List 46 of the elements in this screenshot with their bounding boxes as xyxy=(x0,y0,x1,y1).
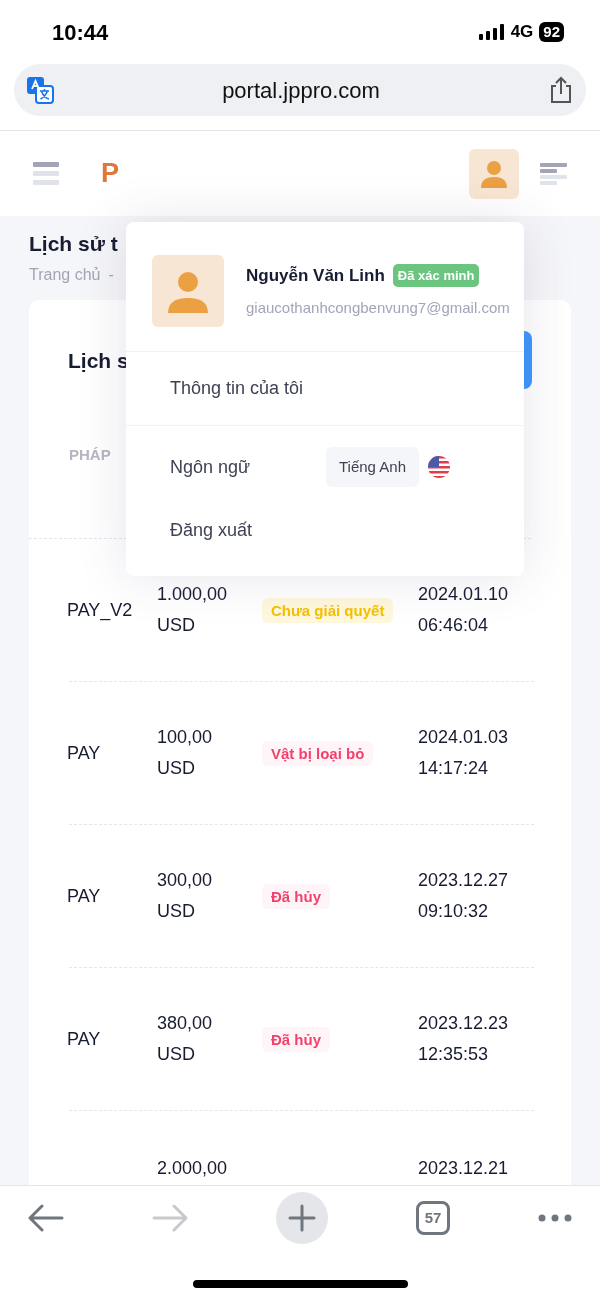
breadcrumb-item: Trang chủ xyxy=(29,265,101,285)
network-label: 4G xyxy=(510,21,534,44)
user-avatar xyxy=(152,255,224,327)
page-title: Lịch sử t xyxy=(29,231,119,257)
table-cell: PAY xyxy=(67,1028,101,1049)
address-bar[interactable]: portal.jppro.com xyxy=(14,64,586,116)
menu-icon[interactable] xyxy=(33,161,59,186)
share-icon[interactable] xyxy=(548,76,574,104)
table-cell-text: 2023.12.23 12:35:53 xyxy=(418,1012,509,1066)
user-name: Nguyễn Văn Linh xyxy=(246,265,385,287)
table-cell-text: 2.000,00 xyxy=(157,1157,229,1180)
url-text: portal.jppro.com xyxy=(222,76,380,105)
language-chip[interactable]: Tiếng Anh xyxy=(326,447,419,487)
verified-badge: Đã xác minh xyxy=(392,264,480,288)
table-cell: PAY xyxy=(67,885,101,906)
menu-item[interactable]: Thông tin của tôi xyxy=(170,375,304,402)
battery-level: 92 xyxy=(539,22,564,42)
table-cell-text: 1.000,00 USD xyxy=(157,583,229,637)
table-cell-text: 300,00 USD xyxy=(157,869,214,923)
table-cell: PAY_V2 xyxy=(67,599,133,620)
clock-time: 10:44 xyxy=(52,18,109,47)
back-arrow-icon[interactable] xyxy=(28,1204,64,1232)
table-cell-text: 2024.01.10 06:46:04 xyxy=(418,583,509,637)
status-badge: Đã hủy xyxy=(262,1026,330,1052)
table-cell-text: 2023.12.21 xyxy=(418,1157,509,1180)
table-cell-text: 380,00 USD xyxy=(157,1012,214,1066)
status-badge: Vật bị loại bỏ xyxy=(262,740,374,766)
plus-icon xyxy=(288,1204,316,1232)
signal-icon xyxy=(478,24,505,40)
tab-count-button[interactable]: 57 xyxy=(416,1201,450,1235)
user-email: giaucothanhcongbenvung7@gmail.com xyxy=(246,297,510,318)
menu-item[interactable]: Ngôn ngữ xyxy=(170,453,251,481)
flag-icon xyxy=(428,456,450,478)
status-badge: Chưa giải quyết xyxy=(262,597,394,623)
new-tab-button[interactable] xyxy=(276,1192,328,1244)
more-icon[interactable] xyxy=(538,1213,572,1223)
table-cell-text: 100,00 USD xyxy=(157,726,214,780)
column-header: PHÁP xyxy=(69,446,111,463)
table-cell: PAY xyxy=(67,742,101,763)
status-badge: Đã hủy xyxy=(262,883,330,909)
menu-item[interactable]: Đăng xuất xyxy=(170,516,253,544)
table-cell-text: 2024.01.03 14:17:24 xyxy=(418,726,509,780)
breadcrumb-item: - xyxy=(108,265,114,285)
translate-icon[interactable] xyxy=(26,76,54,104)
menu-lines-icon[interactable] xyxy=(540,162,567,185)
table-cell-text: 2023.12.27 09:10:32 xyxy=(418,869,509,923)
